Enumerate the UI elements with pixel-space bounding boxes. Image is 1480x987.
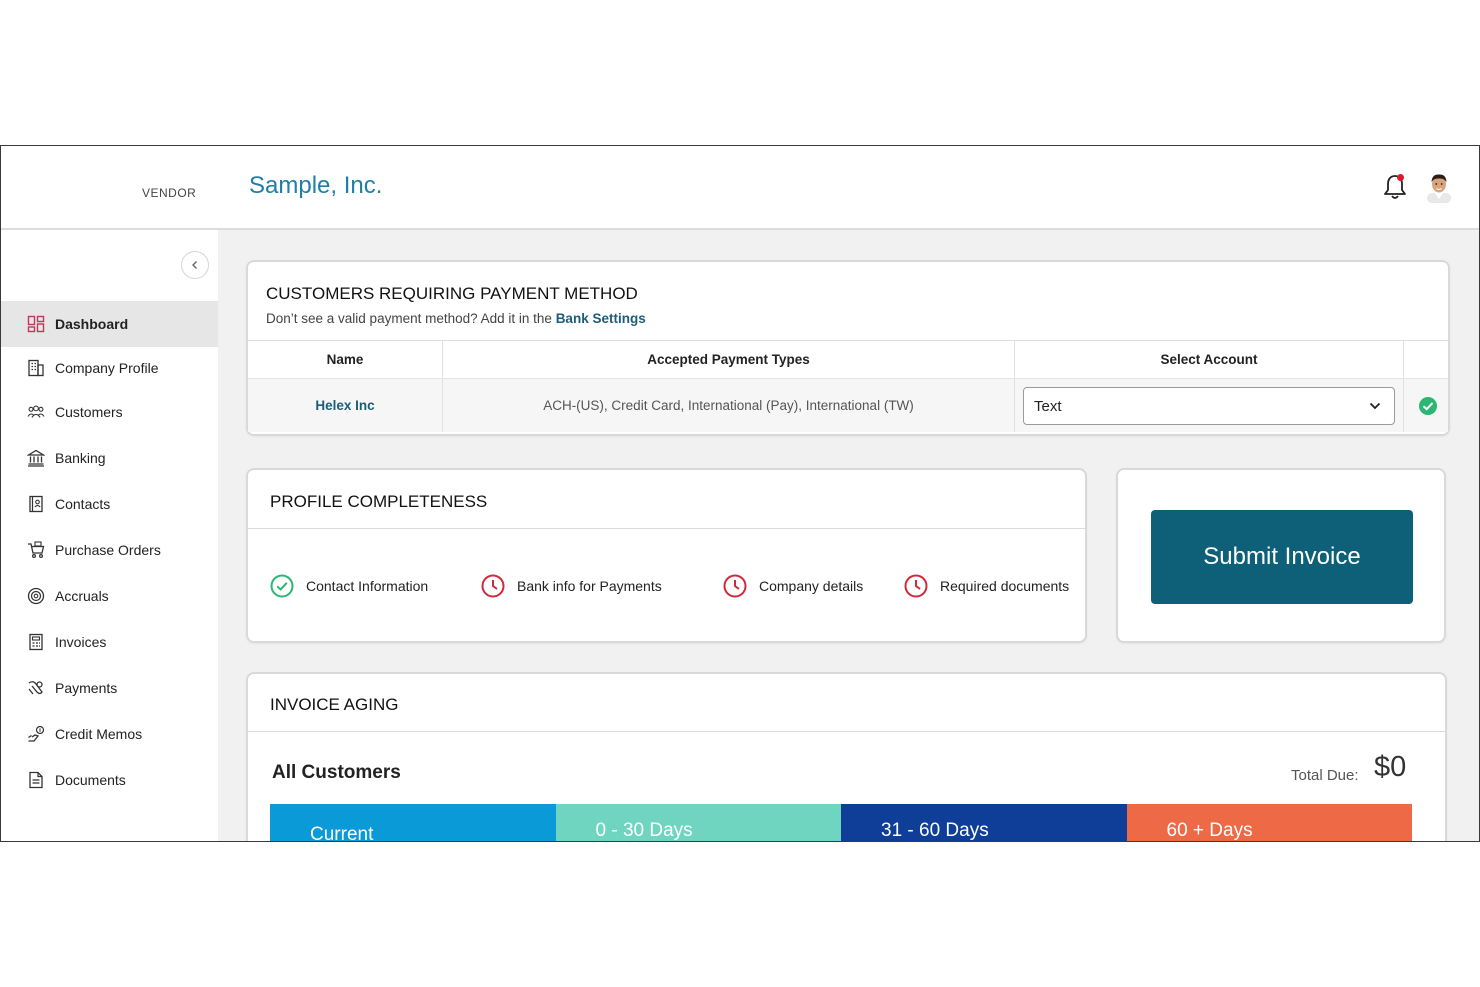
sidebar-item-contacts[interactable]: Contacts xyxy=(1,481,218,527)
sidebar-item-purchase-orders[interactable]: Purchase Orders xyxy=(1,527,218,573)
column-header-select-account: Select Account xyxy=(1015,341,1404,378)
submit-invoice-button[interactable]: Submit Invoice xyxy=(1151,510,1413,604)
card-subtitle: Don’t see a valid payment method? Add it… xyxy=(266,311,646,326)
notification-dot xyxy=(1397,174,1404,181)
account-select[interactable]: Text xyxy=(1023,387,1395,425)
vendor-label: VENDOR xyxy=(142,186,197,200)
column-header-payment-types: Accepted Payment Types xyxy=(443,341,1015,378)
sidebar-item-company-profile[interactable]: Company Profile xyxy=(1,345,218,391)
column-header-name: Name xyxy=(248,341,443,378)
chevron-left-icon xyxy=(192,261,197,269)
sidebar-item-banking[interactable]: Banking xyxy=(1,435,218,481)
aging-bar: Current 0 - 30 Days 31 - 60 Days 60 + Da… xyxy=(270,804,1412,841)
profile-item-required-documents[interactable]: Required documents xyxy=(904,574,1069,598)
building-icon xyxy=(28,359,44,377)
credit-memo-icon xyxy=(28,725,45,742)
divider xyxy=(248,528,1085,529)
cart-icon xyxy=(28,541,45,559)
profile-item-label: Company details xyxy=(759,578,864,594)
sidebar-item-documents[interactable]: Documents xyxy=(1,757,218,803)
sidebar-item-label: Invoices xyxy=(55,634,107,650)
aging-segment-current[interactable]: Current xyxy=(270,804,556,841)
aging-segment-0-30[interactable]: 0 - 30 Days xyxy=(555,804,841,841)
user-avatar[interactable] xyxy=(1425,171,1453,203)
sidebar-item-payments[interactable]: Payments xyxy=(1,665,218,711)
payment-types-cell: ACH-(US), Credit Card, International (Pa… xyxy=(443,378,1015,432)
chevron-down-icon xyxy=(1369,402,1381,410)
customer-name-link[interactable]: Helex Inc xyxy=(248,378,443,432)
clock-icon xyxy=(723,574,747,598)
collapse-sidebar-button[interactable] xyxy=(181,251,209,279)
clock-icon xyxy=(481,574,505,598)
invoice-icon xyxy=(29,633,43,651)
sidebar-item-label: Banking xyxy=(55,450,106,466)
card-title: PROFILE COMPLETENESS xyxy=(270,492,488,511)
coins-icon xyxy=(27,587,45,605)
company-title: Sample, Inc. xyxy=(249,172,383,199)
sidebar-item-accruals[interactable]: Accruals xyxy=(1,573,218,619)
payment-method-card: CUSTOMERS REQUIRING PAYMENT METHOD Don’t… xyxy=(246,260,1450,436)
contacts-book-icon xyxy=(29,495,43,513)
sidebar-item-dashboard[interactable]: Dashboard xyxy=(1,301,218,347)
aging-segment-31-60[interactable]: 31 - 60 Days xyxy=(841,804,1127,841)
sidebar-item-label: Dashboard xyxy=(55,316,129,332)
invoice-aging-card: INVOICE AGING All Customers Total Due: $… xyxy=(246,672,1447,841)
profile-completeness-card: PROFILE COMPLETENESS Contact Information… xyxy=(246,468,1087,643)
account-select-value: Text xyxy=(1034,397,1062,415)
check-circle-icon xyxy=(1419,397,1437,415)
sidebar-item-label: Payments xyxy=(55,680,118,696)
total-due-value: $0 xyxy=(1374,751,1407,783)
users-icon xyxy=(27,405,45,418)
clock-icon xyxy=(904,574,928,598)
profile-item-label: Contact Information xyxy=(306,578,429,594)
subtitle-text: Don’t see a valid payment method? Add it… xyxy=(266,311,556,326)
card-title: INVOICE AGING xyxy=(270,695,399,714)
payment-icon xyxy=(28,681,43,695)
card-title: CUSTOMERS REQUIRING PAYMENT METHOD xyxy=(266,284,638,303)
profile-item-company-details[interactable]: Company details xyxy=(723,574,863,598)
sidebar: Dashboard Company Profile Customers Bank… xyxy=(1,230,218,841)
top-bar: VENDOR Sample, Inc. xyxy=(1,146,1479,230)
notification-bell-icon[interactable] xyxy=(1381,172,1409,202)
profile-item-label: Required documents xyxy=(940,578,1070,594)
profile-item-contact-information[interactable]: Contact Information xyxy=(270,574,428,598)
sidebar-item-credit-memos[interactable]: Credit Memos xyxy=(1,711,218,757)
aging-segment-60-plus[interactable]: 60 + Days xyxy=(1126,804,1412,841)
column-header-status xyxy=(1404,341,1448,378)
divider xyxy=(248,731,1445,732)
sidebar-item-label: Contacts xyxy=(55,496,111,512)
sidebar-item-label: Customers xyxy=(55,404,123,420)
sidebar-item-label: Purchase Orders xyxy=(55,542,161,558)
payment-table: Name Accepted Payment Types Select Accou… xyxy=(248,340,1448,432)
sidebar-item-label: Accruals xyxy=(55,588,109,604)
bank-icon xyxy=(27,449,45,467)
profile-item-bank-info[interactable]: Bank info for Payments xyxy=(481,574,662,598)
bank-settings-link[interactable]: Bank Settings xyxy=(556,311,646,326)
sidebar-item-customers[interactable]: Customers xyxy=(1,389,218,435)
submit-invoice-card: Submit Invoice xyxy=(1116,468,1446,643)
total-due-label: Total Due: xyxy=(1291,767,1359,784)
dashboard-icon xyxy=(27,315,45,333)
sidebar-item-label: Documents xyxy=(55,772,126,788)
document-icon xyxy=(29,771,43,789)
sidebar-item-label: Company Profile xyxy=(55,360,159,376)
sidebar-item-label: Credit Memos xyxy=(55,726,143,742)
profile-item-label: Bank info for Payments xyxy=(517,578,662,594)
check-circle-outline-icon xyxy=(270,574,294,598)
aging-subtitle: All Customers xyxy=(272,762,401,783)
sidebar-item-invoices[interactable]: Invoices xyxy=(1,619,218,665)
app-window: VENDOR Sample, Inc. Dashboard Company Pr… xyxy=(0,145,1480,842)
